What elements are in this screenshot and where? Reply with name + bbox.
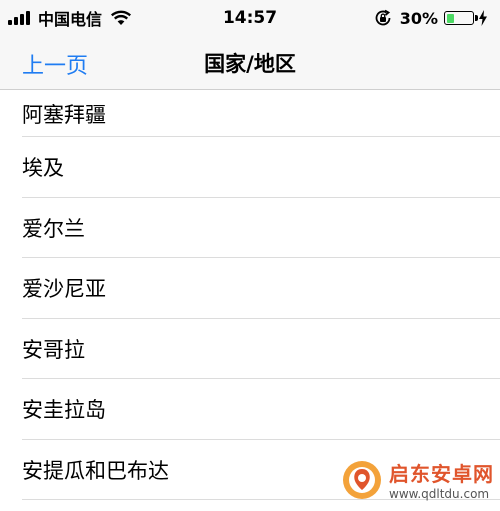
list-item[interactable]: 安圭拉岛	[0, 379, 500, 440]
list-item[interactable]: 爱尔兰	[0, 198, 500, 259]
list-item[interactable]: 安哥拉	[0, 319, 500, 380]
status-bar: 中国电信 14:57 30%	[0, 0, 500, 36]
navigation-bar: 上一页 国家/地区	[0, 36, 500, 90]
watermark: 启东安卓网 www.qdltdu.com	[341, 458, 494, 501]
country-list: 阿塞拜疆 埃及 爱尔兰 爱沙尼亚 安哥拉 安圭拉岛 安提瓜和巴布达	[0, 91, 500, 500]
watermark-url: www.qdltdu.com	[389, 487, 490, 501]
watermark-text: 启东安卓网 www.qdltdu.com	[389, 458, 494, 501]
status-right: 30%	[374, 8, 488, 28]
battery-percent: 30%	[399, 8, 438, 28]
list-item[interactable]: 阿塞拜疆	[0, 91, 500, 137]
battery-icon	[444, 11, 478, 25]
list-item[interactable]: 埃及	[0, 137, 500, 198]
charging-bolt-icon	[479, 10, 487, 26]
list-item[interactable]: 爱沙尼亚	[0, 258, 500, 319]
page-title: 国家/地区	[204, 52, 296, 76]
rotation-lock-icon	[375, 9, 391, 26]
battery-fill	[446, 13, 454, 23]
watermark-name: 启东安卓网	[389, 462, 494, 486]
watermark-logo-icon	[343, 460, 381, 499]
